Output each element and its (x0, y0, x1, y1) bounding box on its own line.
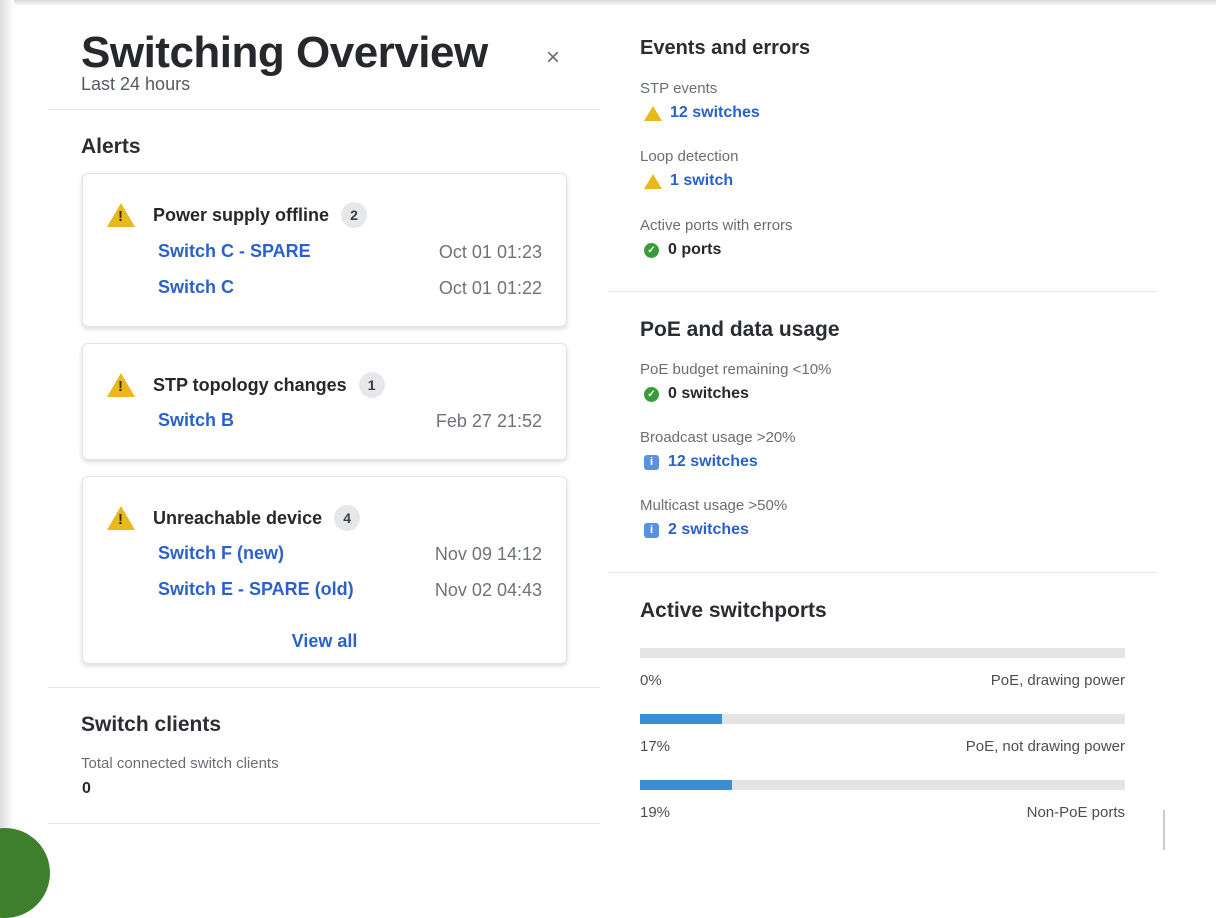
poe-section-title: PoE and data usage (640, 318, 840, 341)
switchport-progress-bar (640, 780, 1125, 790)
switchport-progress-bar (640, 714, 1125, 724)
alert-switch-link[interactable]: Switch C - SPARE (158, 241, 311, 262)
poe-label: Multicast usage >50% (640, 497, 788, 514)
event-label: Active ports with errors (640, 217, 793, 234)
progress-fill (640, 714, 723, 724)
bar-label: Non-PoE ports (1026, 804, 1125, 821)
close-icon[interactable]: × (546, 46, 560, 70)
warning-icon (107, 203, 135, 227)
switching-overview-panel: Switching Overview Last 24 hours × Alert… (0, 0, 1216, 918)
right-column: Events and errors STP events 12 switches… (608, 0, 1158, 876)
scrollbar[interactable] (1163, 810, 1165, 850)
poe-budget-value: ✓ 0 switches (644, 385, 749, 403)
switch-clients-value: 0 (82, 780, 91, 797)
progress-fill (640, 780, 733, 790)
metric-value: 0 ports (668, 241, 722, 258)
check-icon: ✓ (644, 242, 659, 258)
alert-count-badge: 4 (334, 505, 361, 531)
broadcast-usage-link[interactable]: i 12 switches (644, 453, 758, 471)
metric-value: 0 switches (668, 385, 749, 402)
view-all-link[interactable]: View all (83, 631, 566, 652)
alerts-section-title: Alerts (81, 135, 141, 158)
warning-icon (644, 105, 662, 121)
alert-count-badge: 1 (358, 372, 385, 398)
event-label: Loop detection (640, 148, 739, 165)
alert-switch-link[interactable]: Switch C (158, 277, 234, 298)
bar-label: PoE, not drawing power (965, 738, 1125, 755)
metric-value: 12 switches (670, 104, 760, 121)
alert-timestamp: Oct 01 01:23 (438, 242, 542, 262)
stp-events-link[interactable]: 12 switches (644, 104, 760, 122)
poe-label: Broadcast usage >20% (640, 429, 796, 446)
alert-timestamp: Nov 09 14:12 (434, 544, 542, 564)
alert-card-power-supply: Power supply offline 2 Switch C - SPARE … (82, 173, 567, 327)
warning-icon (107, 373, 135, 397)
alert-count-badge: 2 (341, 202, 368, 228)
divider (608, 291, 1158, 292)
time-range-label: Last 24 hours (81, 74, 191, 94)
alert-card-header: Power supply offline 2 (107, 202, 368, 228)
active-switchports-title: Active switchports (640, 599, 827, 622)
warning-icon (107, 506, 135, 530)
percent-label: 0% (640, 672, 662, 689)
percent-label: 17% (640, 738, 671, 755)
metric-value: 2 switches (668, 521, 749, 538)
alert-title: Unreachable device (153, 507, 323, 528)
metric-value: 1 switch (670, 172, 734, 189)
loop-detection-link[interactable]: 1 switch (644, 172, 733, 190)
alert-card-stp-topology: STP topology changes 1 Switch B Feb 27 2… (82, 343, 567, 460)
alert-switch-link[interactable]: Switch F (new) (158, 543, 284, 564)
events-section-title: Events and errors (640, 37, 811, 59)
percent-label: 19% (640, 804, 671, 821)
alert-timestamp: Feb 27 21:52 (435, 411, 542, 431)
alert-card-header: STP topology changes 1 (107, 372, 385, 398)
multicast-usage-link[interactable]: i 2 switches (644, 521, 749, 539)
alert-timestamp: Nov 02 04:43 (434, 580, 542, 600)
background-decoration (0, 828, 50, 918)
window-shadow-left (0, 0, 14, 876)
divider (48, 109, 600, 110)
alert-card-header: Unreachable device 4 (107, 505, 361, 531)
alert-card-unreachable: Unreachable device 4 Switch F (new) Nov … (82, 476, 567, 664)
check-icon: ✓ (644, 386, 659, 402)
metric-value: 12 switches (668, 453, 758, 470)
active-ports-errors-value: ✓ 0 ports (644, 241, 721, 259)
left-column: Switching Overview Last 24 hours × Alert… (48, 0, 600, 876)
alert-switch-link[interactable]: Switch E - SPARE (old) (158, 579, 354, 600)
divider (608, 572, 1158, 573)
alert-title: STP topology changes (153, 374, 347, 395)
divider (48, 687, 600, 688)
page-title: Switching Overview (81, 28, 488, 77)
switch-clients-title: Switch clients (81, 713, 222, 736)
switch-clients-label: Total connected switch clients (81, 755, 279, 772)
info-icon: i (644, 454, 659, 470)
event-label: STP events (640, 80, 718, 97)
bar-label: PoE, drawing power (990, 672, 1125, 689)
alert-title: Power supply offline (153, 204, 330, 225)
warning-icon (644, 173, 662, 189)
alert-timestamp: Oct 01 01:22 (438, 278, 542, 298)
info-icon: i (644, 522, 659, 538)
switchport-progress-bar (640, 648, 1125, 658)
divider (48, 823, 600, 824)
poe-label: PoE budget remaining <10% (640, 361, 832, 378)
alert-switch-link[interactable]: Switch B (158, 410, 234, 431)
